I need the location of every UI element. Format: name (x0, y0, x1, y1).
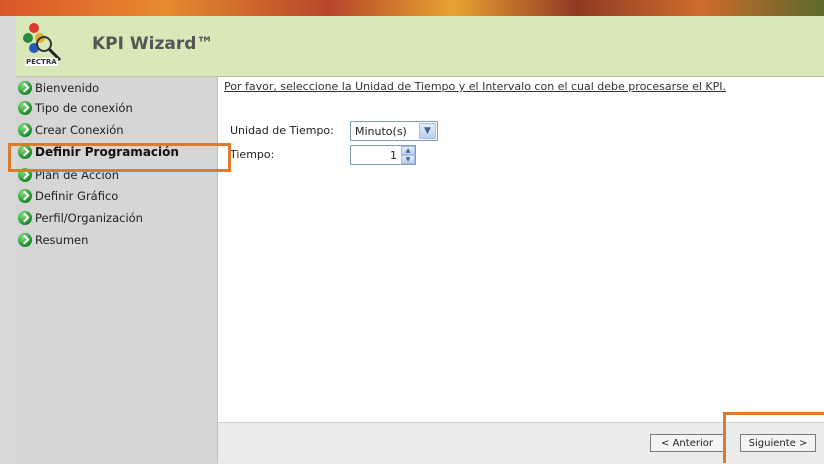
sidebar-item-label: Crear Conexión (35, 123, 124, 137)
time-unit-label: Unidad de Tiempo: (230, 124, 334, 137)
wizard-window: PECTRA KPI Wizard™ Bienvenido Tipo de co… (16, 16, 824, 464)
sidebar-item-label: Definir Gráfico (35, 189, 119, 203)
sidebar-item-bienvenido[interactable]: Bienvenido (16, 78, 217, 98)
sidebar-item-crear-conexion[interactable]: Crear Conexión (16, 120, 217, 140)
sidebar-item-resumen[interactable]: Resumen (16, 230, 217, 250)
chevron-down-icon[interactable]: ▼ (419, 123, 436, 139)
sidebar-item-label: Resumen (35, 233, 89, 247)
interval-label: Tiempo: (230, 148, 275, 161)
sidebar-item-definir-grafico[interactable]: Definir Gráfico (16, 186, 217, 206)
sidebar-item-perfil-organizacion[interactable]: Perfil/Organización (16, 208, 217, 228)
sidebar-item-tipo-conexion[interactable]: Tipo de conexión (16, 98, 217, 118)
sidebar-item-label: Perfil/Organización (35, 211, 143, 225)
top-banner-decoration (0, 0, 824, 16)
arrow-circle-icon (18, 81, 32, 95)
step-content: Por favor, seleccione la Unidad de Tiemp… (218, 77, 824, 422)
time-unit-select[interactable]: Minuto(s) ▼ (350, 121, 438, 141)
wizard-steps-sidebar: Bienvenido Tipo de conexión Crear Conexi… (16, 77, 218, 463)
sidebar-item-label: Tipo de conexión (35, 101, 133, 115)
highlight-box-next-button (723, 412, 824, 463)
step-instruction: Por favor, seleccione la Unidad de Tiemp… (224, 80, 727, 93)
stepper-up-icon[interactable]: ▲ (401, 146, 415, 155)
stepper-buttons: ▲ ▼ (401, 146, 415, 164)
time-unit-value: Minuto(s) (355, 124, 407, 138)
stepper-down-icon[interactable]: ▼ (401, 155, 415, 164)
sidebar-item-label: Bienvenido (35, 81, 100, 95)
interval-value: 1 (390, 148, 397, 162)
arrow-circle-icon (18, 189, 32, 203)
highlight-box-current-step (8, 143, 231, 172)
previous-button[interactable]: < Anterior (650, 434, 724, 452)
arrow-circle-icon (18, 123, 32, 137)
app-title: KPI Wizard™ (92, 34, 214, 54)
arrow-circle-icon (18, 233, 32, 247)
logo-label: PECTRA (25, 58, 58, 66)
pectra-logo: PECTRA (20, 20, 78, 72)
interval-stepper[interactable]: 1 ▲ ▼ (350, 145, 416, 165)
arrow-circle-icon (18, 101, 32, 115)
wizard-header: PECTRA KPI Wizard™ (16, 16, 824, 77)
arrow-circle-icon (18, 211, 32, 225)
